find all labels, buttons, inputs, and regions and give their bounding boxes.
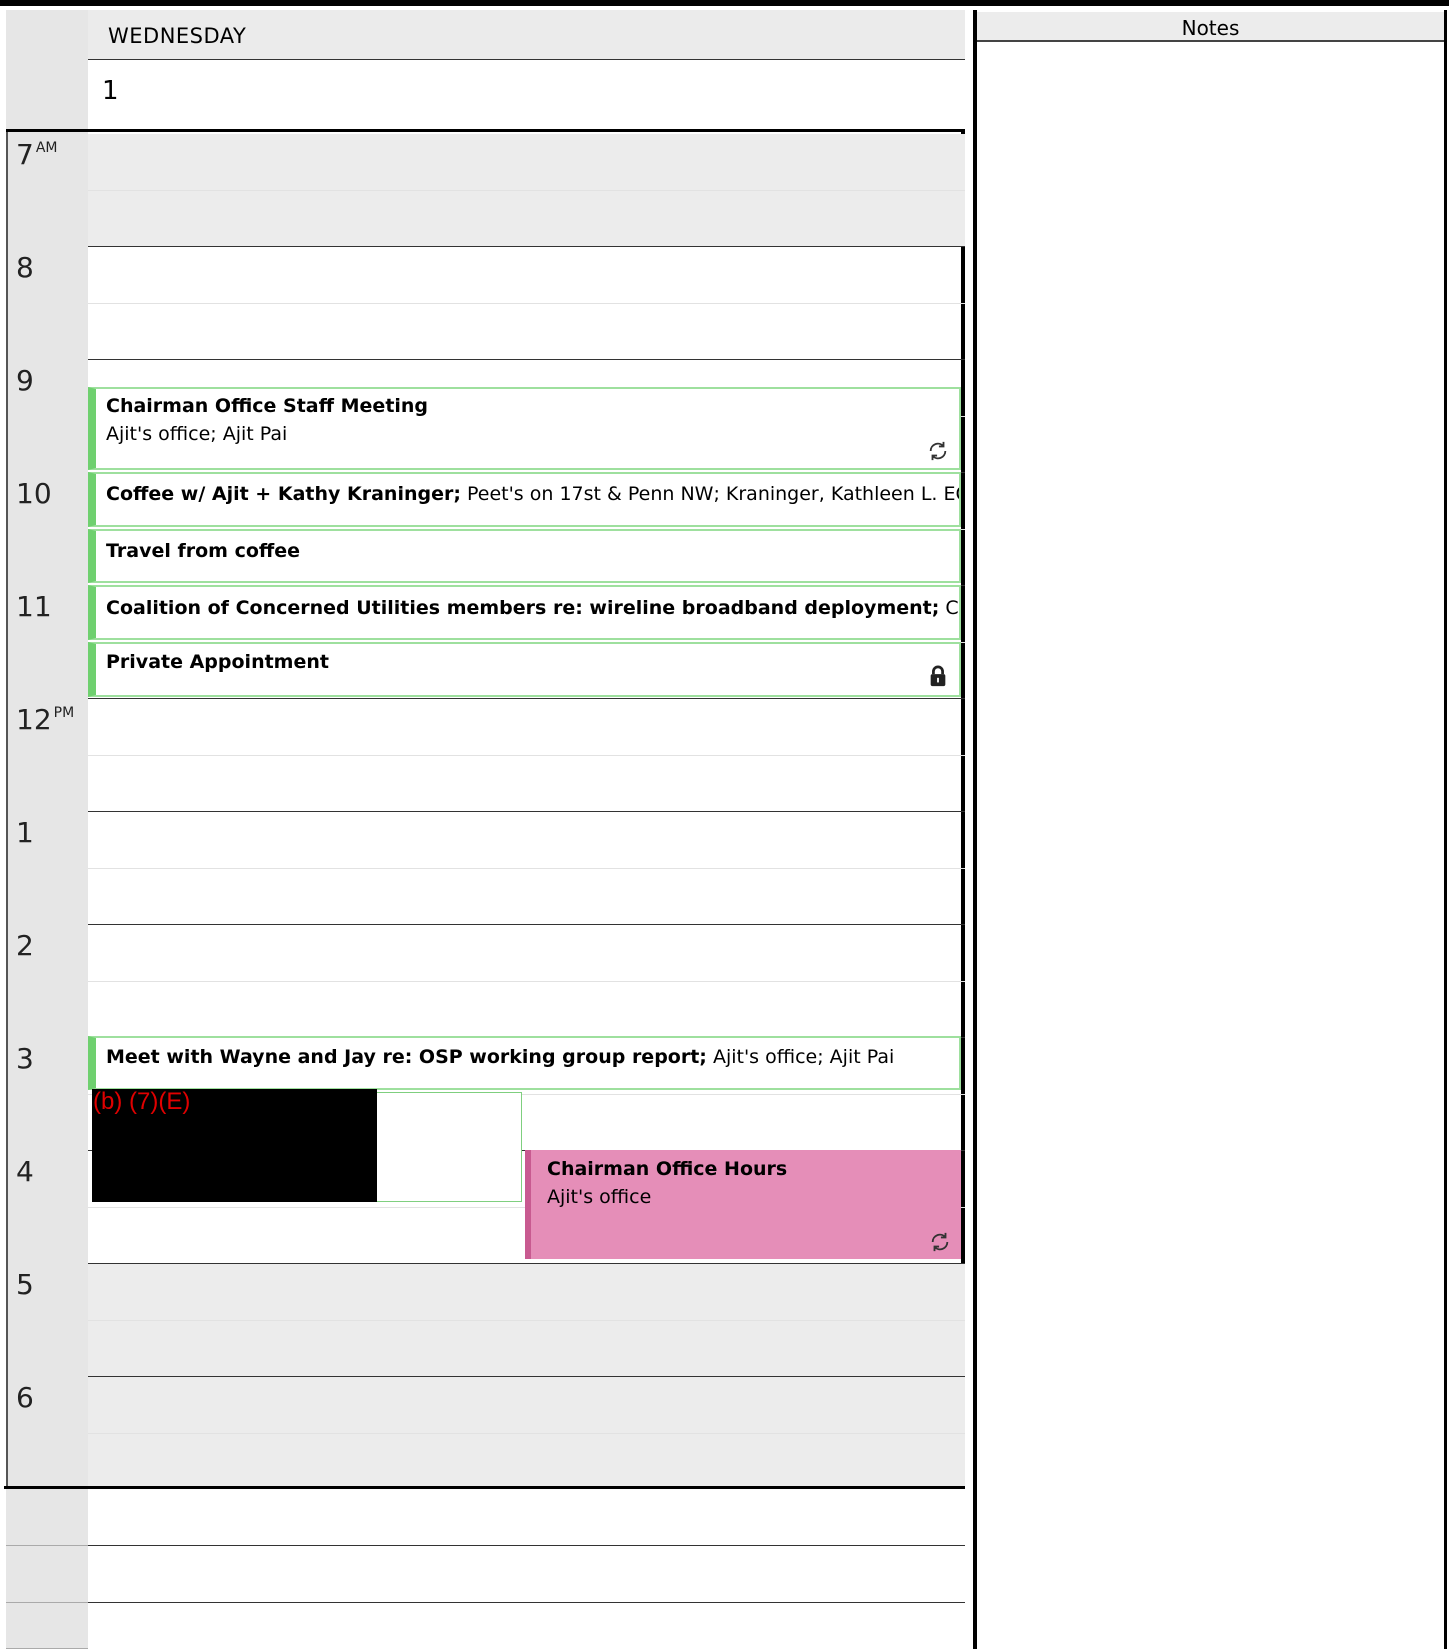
hour-ampm: PM — [53, 705, 75, 721]
event-detail: Ajit's office; Ajit Pai — [706, 1046, 895, 1068]
notes-title: Notes — [1181, 16, 1240, 40]
event-coalition[interactable]: Coalition of Concerned Utilities members… — [88, 585, 961, 640]
hour-slot[interactable] — [88, 247, 965, 360]
hour-number: 1 — [16, 816, 34, 849]
hour-number: 6 — [16, 1381, 34, 1414]
event-title: Chairman Office Hours — [547, 1158, 788, 1180]
event-title: Coffee w/ Ajit + Kathy Kraninger; Peet's… — [106, 483, 961, 505]
hour-number: 7 — [16, 138, 34, 171]
redaction-label: (b) (7)(E) — [93, 1088, 191, 1115]
extra-row[interactable] — [88, 1603, 965, 1649]
header-corner — [6, 10, 88, 132]
hour-number: 5 — [16, 1268, 34, 1301]
extra-row-left — [6, 1603, 88, 1649]
hour-slot[interactable] — [88, 925, 965, 1038]
notes-header: Notes — [977, 12, 1444, 42]
hour-label: 1 — [16, 816, 82, 849]
extra-row-left — [6, 1546, 88, 1603]
half-hour-line — [88, 1433, 965, 1434]
event-osp-meeting[interactable]: Meet with Wayne and Jay re: OSP working … — [88, 1036, 961, 1090]
extra-row[interactable] — [88, 1489, 965, 1546]
hour-label: 10 — [16, 477, 82, 510]
top-border — [0, 0, 1449, 6]
event-travel[interactable]: Travel from coffee — [88, 529, 961, 583]
half-hour-line — [88, 981, 965, 982]
redacted-event-frame[interactable] — [377, 1092, 522, 1202]
hour-label: 11 — [16, 590, 82, 623]
hour-label: 8 — [16, 251, 82, 284]
extra-row-left — [6, 1489, 88, 1546]
event-title: Chairman Office Staff Meeting — [106, 395, 429, 417]
half-hour-line — [88, 303, 965, 304]
event-office-hours[interactable]: Chairman Office Hours Ajit's office — [525, 1150, 961, 1259]
hour-number: 11 — [16, 590, 52, 623]
extra-row[interactable] — [88, 1546, 965, 1603]
hour-slot[interactable] — [88, 812, 965, 925]
hour-number: 4 — [16, 1155, 34, 1188]
day-date: 1 — [102, 76, 119, 106]
recurring-icon — [931, 1232, 949, 1252]
event-location: Ajit's office; Ajit Pai — [106, 423, 288, 445]
hour-slot[interactable] — [88, 1264, 965, 1377]
hour-label: 2 — [16, 929, 82, 962]
hour-ampm: AM — [35, 140, 58, 156]
event-staff-meeting[interactable]: Chairman Office Staff Meeting Ajit's off… — [88, 387, 961, 470]
event-title: Coalition of Concerned Utilities members… — [106, 597, 959, 619]
event-title: Travel from coffee — [106, 540, 301, 562]
lock-icon — [930, 665, 946, 687]
event-private[interactable]: Private Appointment — [88, 642, 961, 697]
half-hour-line — [88, 755, 965, 756]
hour-slot[interactable] — [88, 134, 965, 247]
hour-label: 7 AM — [16, 138, 82, 171]
half-hour-line — [88, 868, 965, 869]
hour-label: 3 — [16, 1042, 82, 1075]
hour-number: 10 — [16, 477, 52, 510]
day-name-header: WEDNESDAY — [88, 10, 965, 60]
day-name: WEDNESDAY — [108, 24, 247, 48]
hour-number: 2 — [16, 929, 34, 962]
day-date-cell[interactable]: 1 — [88, 60, 965, 132]
hour-label: 12 PM — [16, 703, 82, 736]
column-gap — [965, 10, 973, 1649]
hour-slot[interactable] — [88, 699, 965, 812]
event-detail: Confer — [945, 597, 959, 619]
hour-number: 12 — [16, 703, 52, 736]
half-hour-line — [88, 190, 965, 191]
event-detail: Peet's on 17st & Penn NW; Kraninger, Kat… — [460, 483, 961, 505]
event-title: Meet with Wayne and Jay re: OSP working … — [106, 1046, 895, 1068]
event-coffee[interactable]: Coffee w/ Ajit + Kathy Kraninger; Peet's… — [88, 472, 961, 527]
recurring-icon — [929, 441, 947, 461]
notes-panel[interactable] — [973, 10, 1447, 1649]
hour-slot[interactable] — [88, 1377, 965, 1486]
hour-number: 9 — [16, 364, 34, 397]
hour-label: 5 — [16, 1268, 82, 1301]
event-title: Private Appointment — [106, 651, 329, 673]
hour-number: 3 — [16, 1042, 34, 1075]
hour-label: 4 — [16, 1155, 82, 1188]
hour-label: 6 — [16, 1381, 82, 1414]
half-hour-line — [88, 1320, 965, 1321]
hour-label: 9 — [16, 364, 82, 397]
event-location: Ajit's office — [547, 1186, 652, 1208]
hour-number: 8 — [16, 251, 34, 284]
